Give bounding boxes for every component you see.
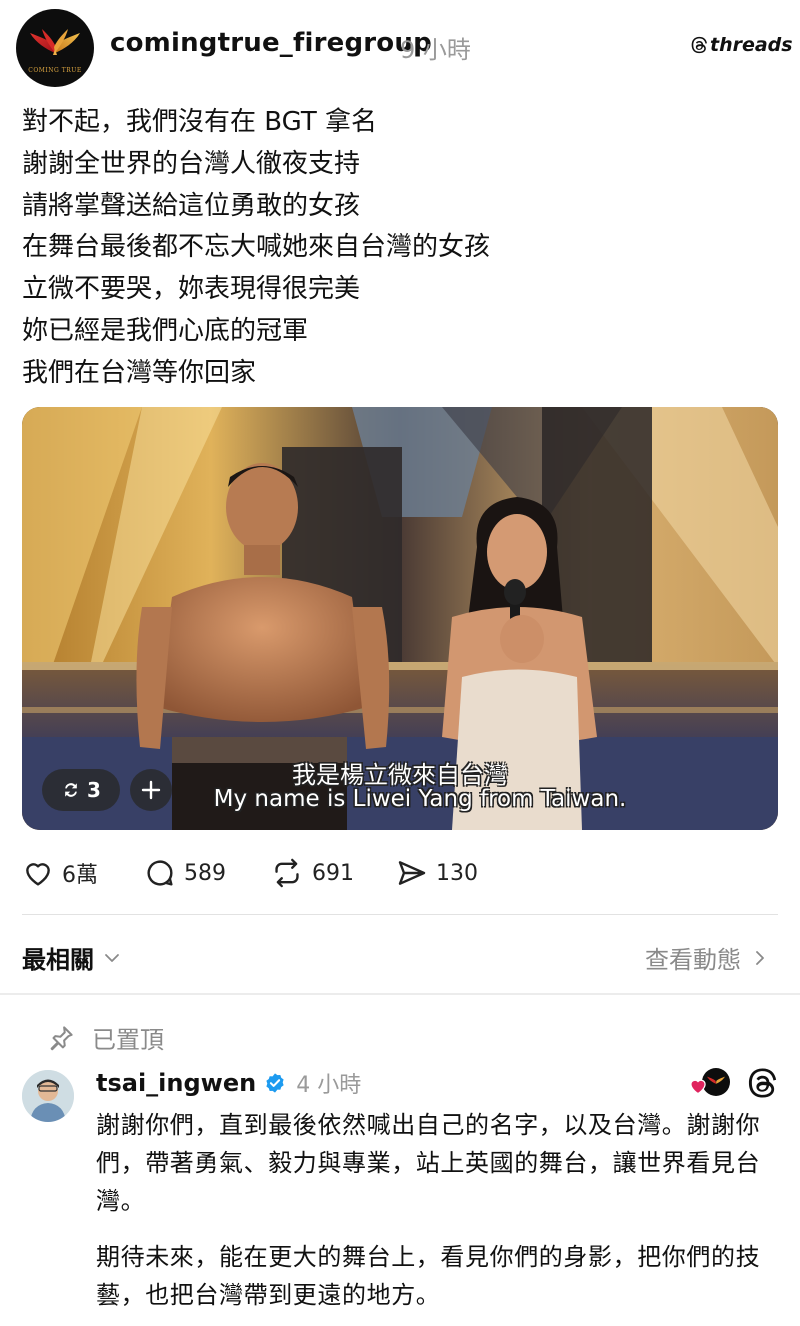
avatar-logo-text: COMING TRUE	[28, 67, 82, 74]
heart-icon	[26, 863, 50, 886]
repost-icon	[275, 858, 299, 888]
chevron-right-icon	[756, 950, 764, 965]
share-count: 130	[436, 860, 478, 886]
video-repost-count: 3	[87, 778, 101, 802]
comment-button[interactable]: 589	[144, 853, 226, 893]
author-liked-badge	[688, 1066, 732, 1100]
reply-author-avatar[interactable]	[22, 1070, 74, 1122]
pin-icon	[50, 1025, 73, 1050]
like-count: 6萬	[62, 863, 98, 888]
send-icon	[398, 861, 426, 885]
threads-logo-icon	[691, 36, 707, 54]
reply-icons	[688, 1066, 778, 1100]
reply-paragraph: 謝謝你們，直到最後依然喊出自己的名字，以及台灣。謝謝你們，帶著勇氣、毅力與專業，…	[96, 1111, 761, 1215]
reply-paragraph: 期待未來，能在更大的舞台上，看見你們的身影，把你們的技藝，也把台灣帶到更遠的地方…	[96, 1243, 761, 1309]
video-add-button[interactable]	[130, 769, 172, 811]
post-author-avatar[interactable]: COMING TRUE	[16, 9, 94, 87]
post-line: 對不起，我們沒有在 BGT 拿名	[22, 107, 378, 137]
reply-username[interactable]: tsai_ingwen	[96, 1069, 256, 1097]
sort-dropdown[interactable]: 最相關	[22, 940, 122, 975]
post-line: 請將掌聲送給這位勇敢的女孩	[22, 190, 361, 221]
repost-count: 691	[312, 860, 354, 886]
post-line: 妳已經是我們心底的冠軍	[22, 315, 309, 346]
threads-brand-label: threads	[710, 34, 793, 56]
post-body: 對不起，我們沒有在 BGT 拿名 謝謝全世界的台灣人徹夜支持 請將掌聲送給這位勇…	[22, 102, 782, 395]
view-activity-link[interactable]: 查看動態	[645, 940, 767, 975]
threads-brand[interactable]: threads	[690, 34, 793, 56]
view-activity-label: 查看動態	[645, 946, 741, 974]
post-line: 立微不要哭，妳表現得很完美	[22, 274, 361, 305]
verified-badge-icon	[266, 1073, 284, 1093]
divider	[22, 914, 778, 915]
post-line: 我們在台灣等你回家	[22, 357, 257, 388]
comment-bubble-icon	[147, 860, 173, 886]
heart-filled-icon	[690, 1079, 706, 1095]
threads-logo-icon[interactable]	[746, 1067, 778, 1099]
plus-icon	[141, 780, 161, 800]
section-separator	[0, 993, 800, 995]
repost-icon	[65, 783, 77, 797]
person-avatar-icon	[22, 1070, 74, 1122]
post-line: 在舞台最後都不忘大喊她來自台灣的女孩	[22, 232, 491, 263]
phoenix-logo-icon	[30, 29, 80, 55]
reply-header[interactable]: tsai_ingwen 4 小時	[96, 1067, 361, 1099]
post-line: 謝謝全世界的台灣人徹夜支持	[22, 148, 361, 179]
reply-time: 4 小時	[296, 1073, 362, 1098]
chevron-down-icon	[105, 953, 119, 962]
post-username[interactable]: comingtrue_firegroup	[110, 28, 432, 58]
video-repost-pill[interactable]: 3	[42, 769, 120, 811]
post-time: 9 小時	[400, 36, 471, 64]
repost-button[interactable]: 691	[270, 853, 354, 893]
pinned-indicator: 已置頂	[46, 1020, 164, 1055]
like-button[interactable]: 6萬	[22, 853, 98, 893]
pinned-label: 已置頂	[92, 1026, 164, 1054]
sort-label: 最相關	[22, 946, 94, 974]
comment-count: 589	[184, 860, 226, 886]
share-button[interactable]: 130	[396, 853, 478, 893]
